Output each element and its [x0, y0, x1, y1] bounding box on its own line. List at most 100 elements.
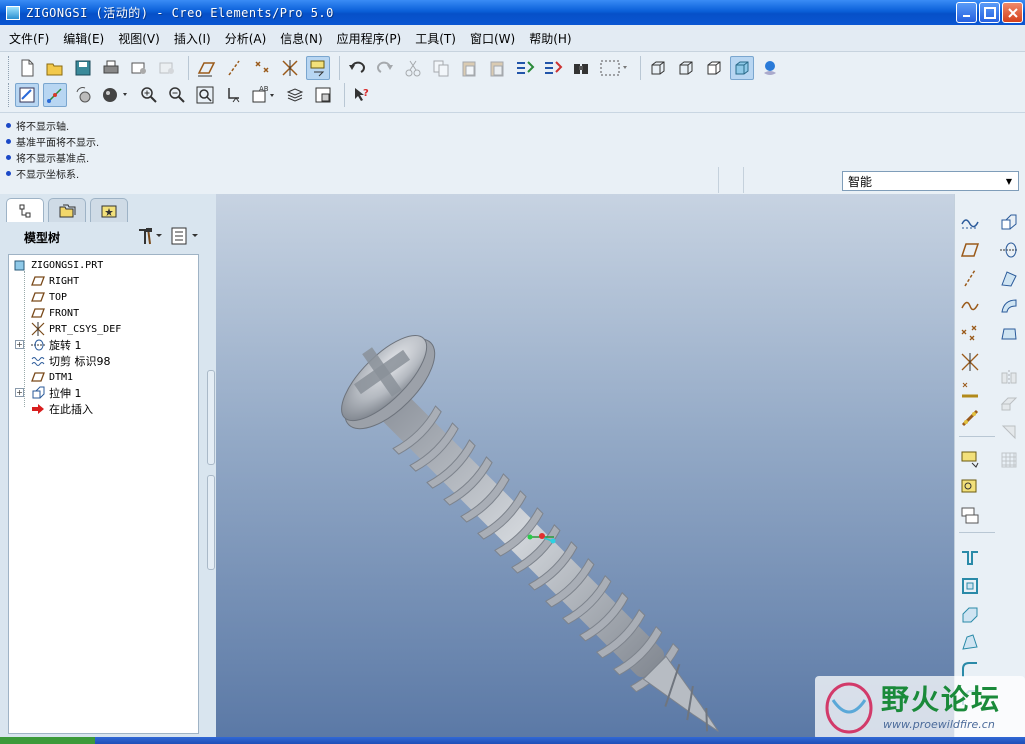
menu-info[interactable]: 信息(N): [273, 30, 329, 47]
datum-plane-display-button[interactable]: [194, 56, 218, 80]
datum-axis-display-button[interactable]: [222, 56, 246, 80]
panel-splitter[interactable]: [207, 370, 215, 465]
pattern-button[interactable]: [997, 448, 1021, 472]
trim-button[interactable]: [997, 420, 1021, 444]
csys-display-button[interactable]: [278, 56, 302, 80]
tree-item[interactable]: PRT_CSYS_DEF: [31, 321, 121, 337]
toolbar-grip[interactable]: [8, 83, 11, 107]
expand-toggle[interactable]: +: [15, 388, 24, 397]
shading-button[interactable]: [730, 56, 754, 80]
minimize-button[interactable]: [956, 2, 977, 23]
start-button[interactable]: [0, 737, 95, 744]
panel-splitter[interactable]: [207, 475, 215, 570]
select-box-button[interactable]: [597, 56, 631, 80]
tree-item[interactable]: TOP: [31, 289, 67, 305]
menu-help[interactable]: 帮助(H): [522, 30, 578, 47]
orient-mode-button[interactable]: [71, 83, 95, 107]
cut-button[interactable]: [401, 56, 425, 80]
paste-button[interactable]: [457, 56, 481, 80]
tree-item[interactable]: DTM1: [31, 369, 73, 385]
tree-item[interactable]: 切剪 标识98: [31, 353, 111, 369]
show-menu-icon[interactable]: [170, 226, 200, 246]
menu-window[interactable]: 窗口(W): [463, 30, 522, 47]
send-mail-button[interactable]: [127, 56, 151, 80]
model-tree[interactable]: ZIGONGSI.PRT RIGHT TOP FRONT PRT_CSYS_DE…: [8, 254, 199, 734]
boundary-blend-button[interactable]: [997, 322, 1021, 346]
layers-button[interactable]: [283, 83, 307, 107]
menu-edit[interactable]: 编辑(E): [56, 30, 111, 47]
appearance-button[interactable]: [758, 56, 782, 80]
copy-button[interactable]: [429, 56, 453, 80]
selection-filter-dropdown[interactable]: 智能 ▼: [842, 171, 1019, 191]
undo-button[interactable]: [345, 56, 369, 80]
paste-special-button[interactable]: [485, 56, 509, 80]
zoom-in-button[interactable]: [137, 83, 161, 107]
blend-button[interactable]: [997, 294, 1021, 318]
saved-views-button[interactable]: AB: [249, 83, 279, 107]
menu-tools[interactable]: 工具(T): [408, 30, 463, 47]
merge-button[interactable]: [997, 392, 1021, 416]
expand-toggle[interactable]: +: [15, 340, 24, 349]
set-datum-tag-button[interactable]: [958, 504, 982, 528]
tree-item[interactable]: 在此插入: [31, 401, 93, 417]
menu-applications[interactable]: 应用程序(P): [330, 30, 409, 47]
datum-axis-tool-button[interactable]: [958, 266, 982, 290]
reorient-button[interactable]: [221, 83, 245, 107]
spin-center-button[interactable]: [43, 83, 67, 107]
tree-item[interactable]: FRONT: [31, 305, 79, 321]
redo-button[interactable]: [373, 56, 397, 80]
extrude-tool-button[interactable]: [997, 210, 1021, 234]
save-button[interactable]: [71, 56, 95, 80]
close-button[interactable]: [1002, 2, 1023, 23]
hidden-line-button[interactable]: [674, 56, 698, 80]
regenerate-button[interactable]: [513, 56, 537, 80]
regen-manager-button[interactable]: [541, 56, 565, 80]
appearance-sphere-button[interactable]: [99, 83, 133, 107]
menu-view[interactable]: 视图(V): [111, 30, 167, 47]
sketched-datum-curve-button[interactable]: [958, 210, 982, 234]
context-help-button[interactable]: ?: [350, 83, 374, 107]
tree-item[interactable]: 拉伸 1: [31, 385, 82, 401]
annotation-feature-button[interactable]: [958, 448, 982, 472]
datum-point-tool-button[interactable]: [958, 322, 982, 346]
refit-button[interactable]: [193, 83, 217, 107]
repaint-button[interactable]: [15, 83, 39, 107]
print-button[interactable]: [99, 56, 123, 80]
mirror-button[interactable]: [997, 366, 1021, 390]
datum-point-display-button[interactable]: [250, 56, 274, 80]
folder-browser-tab[interactable]: [48, 198, 86, 222]
find-button[interactable]: [569, 56, 593, 80]
csys-tool-button[interactable]: [958, 350, 982, 374]
hole-button[interactable]: [958, 546, 982, 570]
shell-button[interactable]: [958, 574, 982, 598]
status-light[interactable]: [718, 167, 744, 193]
tree-item[interactable]: ZIGONGSI.PRT: [13, 257, 103, 273]
wireframe-button[interactable]: [646, 56, 670, 80]
tree-item[interactable]: RIGHT: [31, 273, 79, 289]
menu-analysis[interactable]: 分析(A): [218, 30, 274, 47]
relation-button[interactable]: [958, 406, 982, 430]
note-button[interactable]: [958, 476, 982, 500]
new-button[interactable]: [15, 56, 39, 80]
tree-item[interactable]: 旋转 1: [31, 337, 82, 353]
datum-curve-tool-button[interactable]: [958, 294, 982, 318]
datum-plane-tool-button[interactable]: [958, 238, 982, 262]
zoom-out-button[interactable]: [165, 83, 189, 107]
menu-insert[interactable]: 插入(I): [167, 30, 218, 47]
mail-attach-button[interactable]: [155, 56, 179, 80]
graphics-window[interactable]: [216, 194, 954, 737]
tree-settings-icon[interactable]: [136, 226, 164, 246]
rib-button[interactable]: [958, 602, 982, 626]
variable-sweep-button[interactable]: [997, 266, 1021, 290]
toolbar-grip[interactable]: [8, 56, 11, 80]
revolve-tool-button[interactable]: [997, 238, 1021, 262]
analysis-datum-button[interactable]: [958, 378, 982, 402]
view-manager-button[interactable]: [311, 83, 335, 107]
favorites-tab[interactable]: [90, 198, 128, 222]
draft-button[interactable]: [958, 630, 982, 654]
maximize-button[interactable]: [979, 2, 1000, 23]
menu-file[interactable]: 文件(F): [2, 30, 56, 47]
no-hidden-button[interactable]: [702, 56, 726, 80]
model-tree-tab[interactable]: [6, 198, 44, 222]
open-button[interactable]: [43, 56, 67, 80]
